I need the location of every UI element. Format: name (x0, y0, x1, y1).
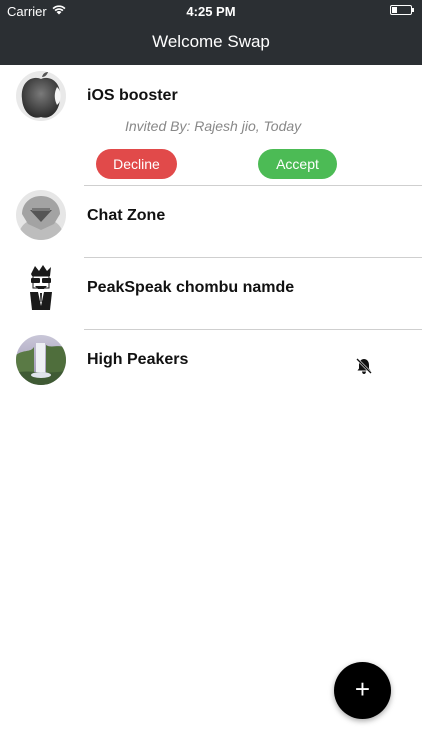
decline-button[interactable]: Decline (96, 149, 177, 179)
accept-button[interactable]: Accept (258, 149, 337, 179)
bell-slash-icon[interactable] (355, 357, 373, 375)
group-name: Chat Zone (87, 207, 166, 224)
group-name: PeakSpeak chombu namde (87, 279, 295, 296)
plus-icon: + (354, 674, 371, 704)
list-item-peakspeak[interactable]: PeakSpeak chombu namde (0, 258, 422, 329)
list-item-chat-zone[interactable]: Chat Zone (0, 186, 422, 257)
list-item-invite[interactable]: iOS booster Invited By: Rajesh jio, Toda… (0, 0, 422, 185)
default-group-avatar-icon (16, 190, 66, 240)
group-name: iOS booster (87, 87, 178, 104)
waterfall-photo-avatar (16, 335, 66, 385)
invited-by-text: Invited By: Rajesh jio, Today (125, 118, 302, 134)
group-name: High Peakers (87, 351, 189, 368)
apple-logo-icon (16, 71, 66, 121)
app-screen: Carrier 4:25 PM Welcome Swap iOS booster… (0, 0, 422, 750)
hipster-avatar-icon (16, 262, 66, 312)
add-group-button[interactable]: + (334, 662, 391, 719)
